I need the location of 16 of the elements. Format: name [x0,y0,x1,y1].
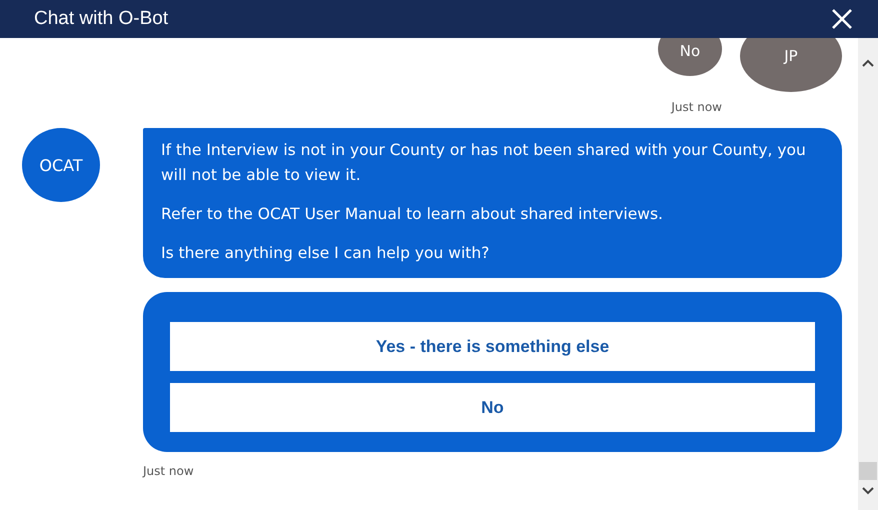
timestamp: Just now [671,100,722,114]
choice-button[interactable]: Yes - there is something else [170,322,815,371]
message-text: Refer to the OCAT User Manual to learn about shared interviews. [161,204,664,225]
timestamp: Just now [143,464,195,478]
scroll-down-icon[interactable] [861,486,875,496]
close-icon[interactable] [830,7,854,31]
user-message: No [658,38,722,76]
choice-button[interactable]: No [170,383,815,432]
scroll-up-icon[interactable] [861,58,875,68]
message-text: Is there anything else I can help you with? [161,243,490,264]
scrollbar[interactable] [858,38,878,510]
window-title: Chat with O-Bot [34,8,168,30]
message-text: If the Interview is not in your County or has not been shared with your County, you will not be able to view it. [161,140,807,186]
scroll-thumb[interactable] [859,462,877,480]
bot-avatar: OCAT [22,128,100,202]
user-avatar: JP [740,38,842,92]
